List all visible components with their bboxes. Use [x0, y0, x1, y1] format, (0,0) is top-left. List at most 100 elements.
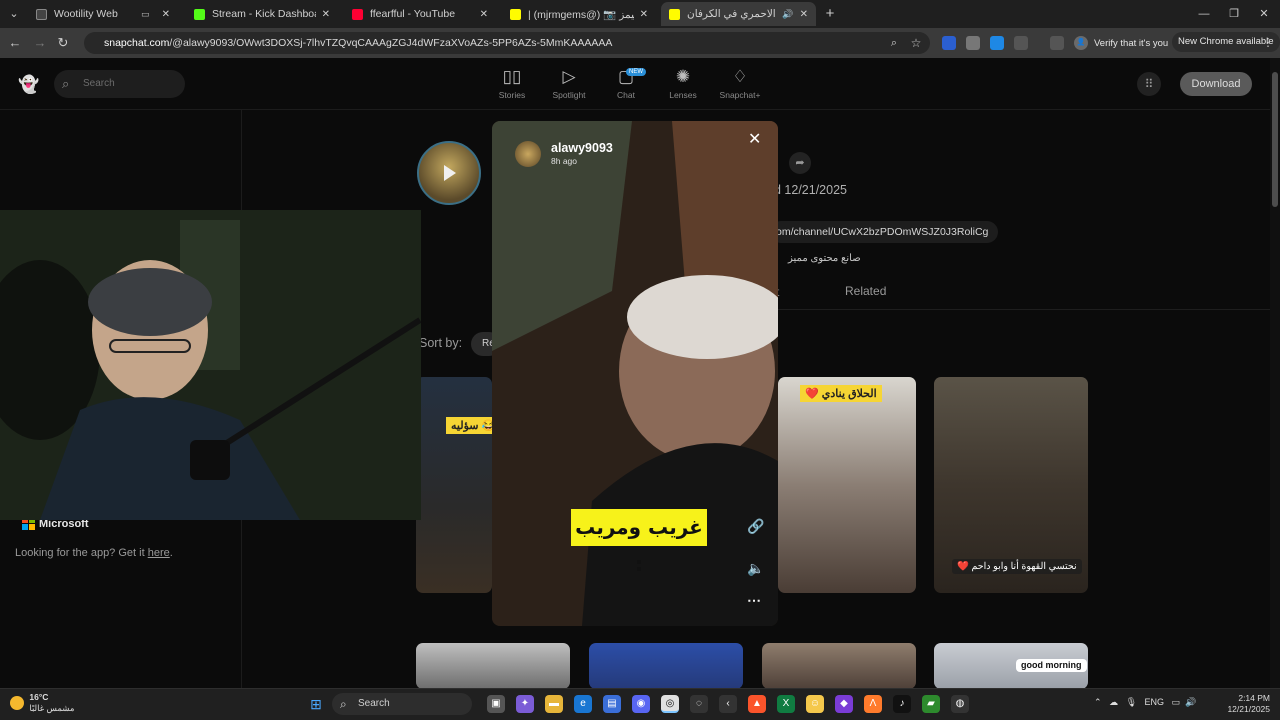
network-icon[interactable]: ▭	[1172, 697, 1181, 707]
app-icon[interactable]: ☺	[806, 695, 824, 713]
snapchat-plus-icon: ♢	[732, 67, 748, 86]
tab-search-icon[interactable]: ⌄	[0, 0, 28, 28]
extensions-puzzle-icon[interactable]	[1014, 36, 1028, 50]
spotlight-card[interactable]: good morning	[934, 643, 1088, 689]
file-explorer-icon[interactable]: ▬	[545, 695, 563, 713]
spotlight-card[interactable]	[762, 643, 916, 689]
task-view-icon[interactable]: ▣	[487, 695, 505, 713]
scrollbar-thumb[interactable]	[1272, 72, 1278, 207]
app-icon[interactable]: ‹	[719, 695, 737, 713]
close-window-icon[interactable]: ✕	[1248, 0, 1280, 28]
tab-related[interactable]: Related	[845, 284, 886, 298]
back-icon[interactable]: ←	[5, 28, 25, 58]
tab-youtube[interactable]: ffearfful - YouTube ✕	[344, 2, 496, 26]
spotlight-card[interactable]: ❤️ نحتسي القهوة أنا وابو داحم	[934, 377, 1088, 593]
app-icon[interactable]: Λ	[864, 695, 882, 713]
extension-icon[interactable]	[990, 36, 1004, 50]
story-author-avatar[interactable]	[515, 141, 541, 167]
nav-stories[interactable]: ▯▯ Stories	[482, 64, 542, 100]
weather-widget[interactable]: 16°C مشمس غالبًا	[10, 692, 74, 714]
media-control-icon[interactable]	[1050, 36, 1064, 50]
tab-title: Stream - Kick Dashboard	[212, 8, 316, 20]
audio-playing-icon[interactable]: 🔊	[782, 9, 793, 20]
extension-icon[interactable]	[942, 36, 956, 50]
nav-label: Snapchat+	[719, 90, 761, 100]
spotlight-card[interactable]	[416, 643, 570, 689]
nav-spotlight[interactable]: ▷ Spotlight	[539, 64, 599, 100]
app-icon[interactable]: ◌	[690, 695, 708, 713]
tab-title: Wootility Web	[54, 8, 118, 20]
apps-grid-icon[interactable]: ⠿	[1137, 72, 1161, 96]
extension-icon[interactable]	[966, 36, 980, 50]
microphone-icon[interactable]: 🎙	[1126, 697, 1137, 707]
close-tab-icon[interactable]: ✕	[800, 9, 808, 20]
reload-icon[interactable]: ↻	[53, 28, 73, 58]
nvidia-icon[interactable]: ▰	[922, 695, 940, 713]
nav-label: Lenses	[669, 90, 697, 100]
app-icon[interactable]: ◍	[951, 695, 969, 713]
tab-kick-dashboard[interactable]: Stream - Kick Dashboard ✕	[186, 2, 338, 26]
tiktok-icon[interactable]: ♪	[893, 695, 911, 713]
chrome-icon[interactable]: ◎	[661, 695, 679, 713]
language-indicator[interactable]: ENG	[1145, 697, 1165, 707]
snap-search-input[interactable]: ⌕ Search	[54, 70, 185, 98]
tray-overflow-icon[interactable]: ⌃	[1094, 697, 1102, 707]
tab-wootility[interactable]: Wootility Web ▭ ✕	[28, 2, 178, 26]
story-username[interactable]: alawy9093	[551, 141, 613, 155]
restore-window-icon[interactable]: ❐	[1218, 0, 1250, 28]
tab-snapchat-mjrmgems[interactable]: | (mjrmgems@) 📷 مجرم قيمز ✕	[502, 2, 656, 26]
close-story-icon[interactable]: ✕	[748, 129, 761, 149]
chrome-menu-icon[interactable]: ⋮	[1252, 28, 1280, 58]
close-tab-icon[interactable]: ✕	[640, 9, 648, 20]
share-icon[interactable]: ➦	[789, 152, 811, 174]
excel-icon[interactable]: X	[777, 695, 795, 713]
tray-app-icon[interactable]: ☁	[1109, 697, 1118, 707]
tab-title: علي | الاحمري في الكرفان	[687, 8, 778, 20]
webcam-overlay	[0, 210, 421, 520]
snapchat-favicon-icon	[669, 8, 680, 20]
system-tray: ⌃ ☁ 🎙 ENG ▭ 🔊	[1094, 697, 1196, 708]
streamer-webcam-image	[0, 210, 421, 520]
speaker-icon[interactable]: 🔊	[1185, 697, 1196, 707]
zoom-icon[interactable]: ⌕	[884, 28, 904, 58]
spotlight-card[interactable]	[589, 643, 743, 689]
edge-icon[interactable]: e	[574, 695, 592, 713]
copy-link-icon[interactable]: 🔗	[747, 518, 764, 535]
close-tab-icon[interactable]: ✕	[162, 9, 170, 20]
channel-link[interactable]: om/channel/UCwX2bzPDOmWSJZ0J3RoliCg	[770, 221, 999, 243]
new-tab-icon[interactable]: +	[814, 0, 846, 28]
spotlight-card[interactable]: سؤليه 😂	[416, 377, 492, 593]
verify-profile-button[interactable]: 👤 Verify that it's you	[1074, 34, 1168, 52]
store-icon[interactable]: ▤	[603, 695, 621, 713]
copilot-icon[interactable]: ✦	[516, 695, 534, 713]
snapchat-ghost-icon[interactable]: 👻	[18, 75, 39, 95]
taskbar-search[interactable]: ⌕ Search	[332, 693, 472, 715]
lenses-icon: ✺	[675, 67, 691, 86]
minimize-window-icon[interactable]: —	[1188, 0, 1220, 28]
profile-avatar[interactable]	[417, 141, 481, 205]
bookmark-star-icon[interactable]: ☆	[906, 28, 926, 58]
nav-snapchat-plus[interactable]: ♢ Snapchat+	[710, 64, 770, 100]
get-app-link[interactable]: here	[148, 547, 170, 559]
snapchat-header: 👻 ⌕ Search ▯▯ Stories ▷ Spotlight ▢ Chat ✺ L…	[0, 58, 1270, 110]
spotlight-card[interactable]: ❤️ الحلاق ينادي	[778, 377, 916, 593]
download-button[interactable]: Download	[1180, 72, 1252, 96]
brave-icon[interactable]: ▲	[748, 695, 766, 713]
volume-icon[interactable]: 🔈	[747, 560, 764, 577]
taskbar-clock[interactable]: 2:14 PM 12/21/2025	[1224, 693, 1270, 715]
snapchat-favicon-icon	[510, 8, 521, 20]
sun-icon	[10, 696, 24, 710]
close-tab-icon[interactable]: ✕	[480, 9, 488, 20]
windows-start-icon[interactable]: ⊞	[307, 695, 325, 713]
app-icon[interactable]: ◆	[835, 695, 853, 713]
weather-desc: مشمس غالبًا	[29, 703, 75, 713]
tab-snapchat-active[interactable]: علي | الاحمري في الكرفان 🔊 ✕	[661, 2, 816, 26]
mute-tab-icon: ▭	[141, 8, 150, 19]
forward-icon[interactable]: →	[30, 28, 50, 58]
kick-favicon-icon	[194, 8, 205, 20]
more-options-icon[interactable]: ⋯	[747, 592, 761, 609]
close-tab-icon[interactable]: ✕	[322, 9, 330, 20]
nav-lenses[interactable]: ✺ Lenses	[653, 64, 713, 100]
address-input[interactable]: snapchat.com/@alawy9093/OWwt3DOXSj-7lhvT…	[84, 32, 930, 54]
discord-icon[interactable]: ◉	[632, 695, 650, 713]
